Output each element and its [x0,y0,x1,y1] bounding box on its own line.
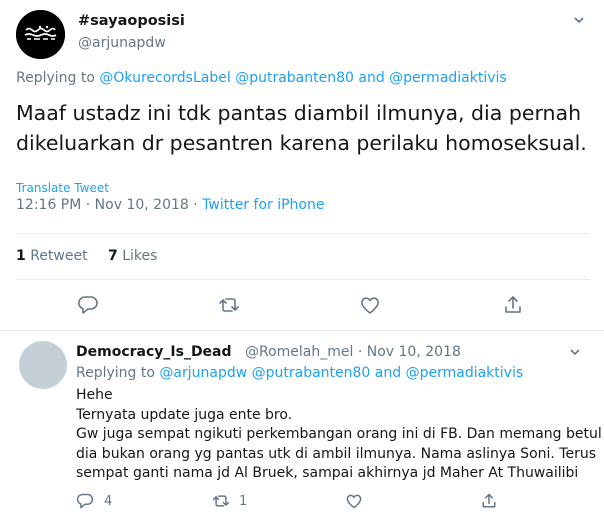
retweet-stat-label: Retweet [30,248,88,264]
retweet-icon[interactable] [212,492,230,510]
translate-tweet-link[interactable]: Translate Tweet [16,181,109,195]
mention-link[interactable]: @OkurecordsLabel [99,70,230,86]
reply-icon[interactable] [77,294,99,316]
avatar[interactable] [19,341,67,389]
replying-to: Replying to @arjunapdw @putrabanten80 an… [76,365,523,381]
mention-link[interactable]: @putrabanten80 [235,70,354,86]
chevron-down-icon[interactable] [569,346,581,358]
share-icon[interactable] [502,294,524,316]
chevron-down-icon[interactable] [573,14,585,26]
reply-tweet[interactable]: Democracy_Is_Dead @Romelah_mel · Nov 10,… [0,336,604,523]
mention-link[interactable]: @permadiaktivis [406,365,524,381]
handle-and-time[interactable]: @Romelah_mel · Nov 10, 2018 [245,344,461,360]
divider [16,279,590,280]
mention-link[interactable]: @permadiaktivis [389,70,507,86]
tweet-text: Hehe Ternyata update juga ente bro. Gw j… [76,386,602,484]
retweet-stat[interactable]: 1 Retweet [16,248,88,264]
divider [0,330,604,331]
engagement-stats: 1 Retweet 7 Likes [16,248,157,264]
tweet-text-line: dia bukan orang yg pantas utk di ambil i… [76,445,597,462]
tweet-text-line: Maaf ustadz ini tdk pantas diambil ilmun… [16,101,582,125]
tweet-text-line: dikeluarkan dr pesantren karena perilaku… [16,131,587,155]
handle[interactable]: @arjunapdw [78,35,166,51]
mention-link[interactable]: @putrabanten80 [252,365,371,381]
replying-label: Replying to [76,365,155,381]
tweet-text-line: Hehe [76,387,113,403]
like-stat[interactable]: 7 Likes [108,248,157,264]
tweet-text: Maaf ustadz ini tdk pantas diambil ilmun… [16,98,591,158]
like-stat-label: Likes [122,248,158,264]
reply-icon[interactable] [76,492,94,510]
like-icon[interactable] [359,294,381,316]
retweet-icon[interactable] [218,294,240,316]
retweet-count: 1 [16,248,26,264]
tweet-text-line: sempat ganti nama jd Al Bruek, sampai ak… [76,465,579,481]
mention-and[interactable]: and [375,365,401,381]
like-count: 7 [108,248,118,264]
display-name[interactable]: Democracy_Is_Dead [76,344,232,360]
divider [16,233,590,234]
tweet-text-line: Gw juga sempat ngikuti perkembangan oran… [76,426,602,442]
mention-and[interactable]: and [358,70,384,86]
tweet-meta: 12:16 PM · Nov 10, 2018 · Twitter for iP… [16,197,324,213]
share-icon[interactable] [480,492,498,510]
like-icon[interactable] [345,492,363,510]
main-tweet: #sayaoposisi @arjunapdw Replying to @Oku… [0,0,604,336]
replying-label: Replying to [16,70,95,86]
avatar[interactable] [16,10,65,59]
timestamp[interactable]: 12:16 PM · Nov 10, 2018 · [16,197,198,213]
replying-to: Replying to @OkurecordsLabel @putrabante… [16,70,507,86]
source-link[interactable]: Twitter for iPhone [202,197,324,213]
display-name[interactable]: #sayaoposisi [78,13,185,29]
tweet-text-line: Ternyata update juga ente bro. [76,406,293,423]
reply-count: 4 [104,494,113,509]
mention-link[interactable]: @arjunapdw [159,365,247,381]
retweet-count: 1 [239,494,248,509]
